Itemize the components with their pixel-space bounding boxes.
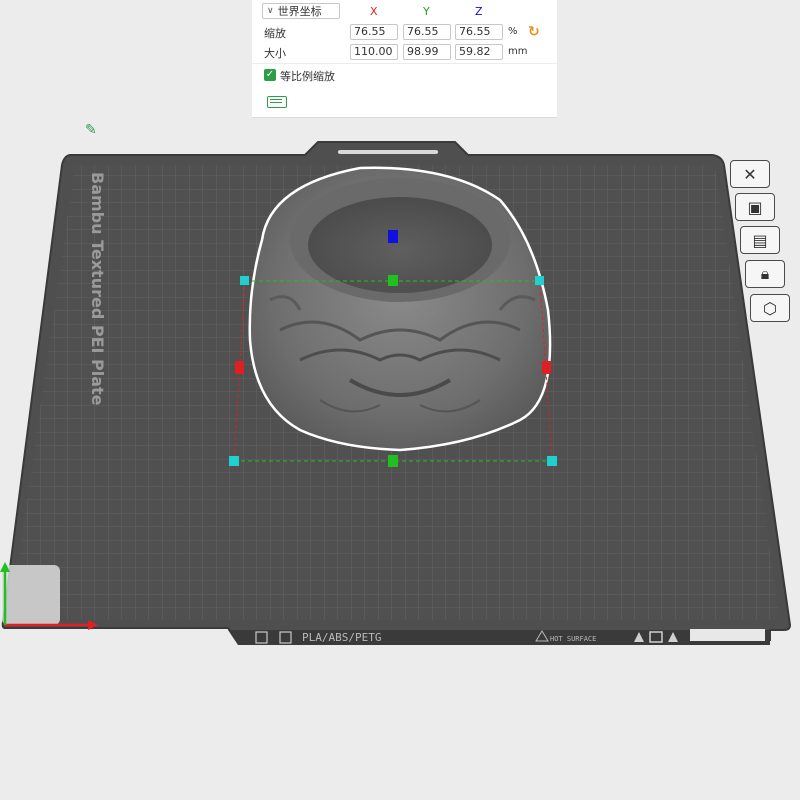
scale-handle-corner-tr[interactable] <box>535 276 544 285</box>
lock-icon: 🔒︎ <box>760 264 770 283</box>
scale-handle-x-right[interactable] <box>542 361 551 374</box>
plate-material-text: PLA/ABS/PETG <box>302 631 381 644</box>
edit-pen-icon[interactable]: ✎ <box>85 122 97 138</box>
reset-scale-icon[interactable]: ↻ <box>528 24 540 40</box>
size-z-input[interactable]: 59.82 <box>455 44 503 60</box>
scale-handle-z[interactable] <box>388 230 398 243</box>
scale-handle-corner-tl[interactable] <box>240 276 249 285</box>
plate-brand-text: Bambu Textured PEI Plate <box>88 172 107 406</box>
side-button-settings[interactable]: ⬡ <box>750 294 790 322</box>
size-unit: mm <box>508 46 528 57</box>
close-icon: ✕ <box>743 164 757 184</box>
scale-label: 缩放 <box>264 27 286 40</box>
scale-panel: ∨ 世界坐标 X Y Z 缩放 76.55 76.55 76.55 % ↻ 大小… <box>252 0 557 118</box>
size-x-input[interactable]: 110.00 <box>350 44 398 60</box>
settings-hex-icon: ⬡ <box>763 298 777 318</box>
uniform-scale-label: 等比例缩放 <box>280 70 335 83</box>
uniform-scale-checkbox[interactable]: ✓ <box>264 69 276 81</box>
size-y-input[interactable]: 98.99 <box>403 44 451 60</box>
scale-handle-y-bottom[interactable] <box>388 455 398 467</box>
scale-y-input[interactable]: 76.55 <box>403 24 451 40</box>
keyboard-icon[interactable] <box>267 96 287 108</box>
side-button-lock[interactable]: 🔒︎ <box>745 260 785 288</box>
side-button-monitor[interactable]: ▣ <box>735 193 775 221</box>
viewport-canvas[interactable]: Bambu Textured PEI Plate PLA/ABS/PETG HO… <box>0 0 800 800</box>
scale-handle-corner-br[interactable] <box>547 456 557 466</box>
side-button-layout[interactable]: ▤ <box>740 226 780 254</box>
side-button-close[interactable]: ✕ <box>730 160 770 188</box>
scale-handle-corner-bl[interactable] <box>229 456 239 466</box>
coord-system-value: 世界坐标 <box>277 5 322 18</box>
scale-handle-y-top[interactable] <box>388 275 398 286</box>
hot-surface-text: HOT SURFACE <box>550 635 596 643</box>
scale-unit: % <box>508 26 518 37</box>
panel-divider <box>252 63 557 64</box>
scale-handle-x-left[interactable] <box>235 361 244 374</box>
size-label: 大小 <box>264 47 286 60</box>
chevron-down-icon: ∨ <box>267 6 274 16</box>
axis-y-label: Y <box>423 5 430 18</box>
coord-system-select[interactable]: ∨ 世界坐标 <box>262 3 340 19</box>
axis-z-label: Z <box>475 5 483 18</box>
scale-x-input[interactable]: 76.55 <box>350 24 398 40</box>
layout-icon: ▤ <box>752 230 768 250</box>
pot-model[interactable] <box>248 166 552 452</box>
monitor-icon: ▣ <box>747 197 763 217</box>
axis-x-label: X <box>370 5 378 18</box>
scale-z-input[interactable]: 76.55 <box>455 24 503 40</box>
